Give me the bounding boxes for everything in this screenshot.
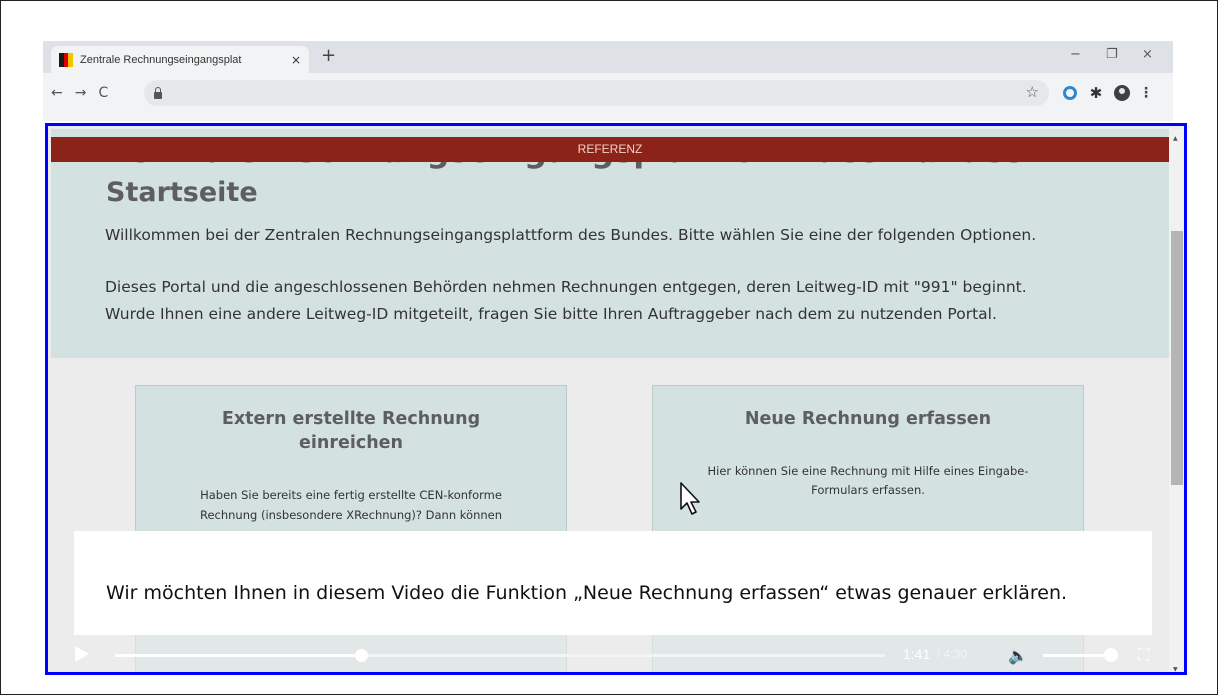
back-button[interactable]: ← (51, 85, 63, 101)
restore-button[interactable]: ❐ (1106, 47, 1118, 62)
referenz-banner: REFERENZ (51, 137, 1169, 162)
card-text-line-2: Formulars erfassen. (811, 483, 925, 497)
seek-progress (115, 654, 362, 657)
tab-title: Zentrale Rechnungseingangsplat (80, 53, 242, 66)
browser-window: Zentrale Rechnungseingangsplat × + − ❐ ×… (43, 41, 1173, 121)
welcome-text: Willkommen bei der Zentralen Rechnungsei… (105, 226, 1037, 244)
subtitle-text: Wir möchten Ihnen in diesem Video die Fu… (106, 582, 1068, 604)
forward-button[interactable]: → (75, 85, 87, 101)
extension-ring-icon[interactable] (1060, 80, 1080, 106)
video-controls: 1:41 / 4:30 🔈 ⛶ (51, 635, 1169, 672)
scrollbar-thumb[interactable] (1171, 231, 1183, 485)
volume-handle[interactable] (1104, 648, 1118, 662)
page-content: Zentrale Rechnungseingangsplattform des … (51, 129, 1184, 672)
volume-slider[interactable] (1043, 654, 1113, 657)
profile-icon[interactable] (1112, 80, 1132, 106)
card-text-line-1: Hier können Sie eine Rechnung mit Hilfe … (707, 464, 1029, 478)
tab-active[interactable]: Zentrale Rechnungseingangsplat × (51, 46, 309, 73)
menu-icon[interactable]: ⋮ (1136, 80, 1156, 106)
seek-bar[interactable] (115, 649, 885, 662)
hero-section: Zentrale Rechnungseingangsplattform des … (51, 129, 1169, 358)
seek-handle[interactable] (355, 649, 369, 662)
card-title: Neue Rechnung erfassen (744, 409, 992, 429)
lock-icon (154, 86, 162, 99)
video-viewport: Zentrale Rechnungseingangsplattform des … (45, 123, 1187, 675)
address-bar[interactable]: ☆ (144, 80, 1049, 106)
tab-close-icon[interactable]: × (291, 53, 301, 67)
card-title-line-1: Extern erstellte Rechnung (221, 409, 481, 429)
minimize-button[interactable]: − (1070, 47, 1081, 62)
page-scrollbar[interactable]: ▲ ▼ (1169, 129, 1184, 672)
volume-icon[interactable]: 🔈 (1008, 646, 1028, 665)
scroll-up-icon[interactable]: ▲ (1173, 135, 1178, 142)
new-tab-button[interactable]: + (321, 45, 336, 66)
scroll-down-icon[interactable]: ▼ (1173, 666, 1178, 672)
current-time: 1:41 (903, 646, 931, 662)
bookmark-star-icon[interactable]: ☆ (1026, 83, 1039, 101)
duration: / 4:30 (937, 647, 968, 661)
screenshot-frame: Zentrale Rechnungseingangsplat × + − ❐ ×… (0, 0, 1218, 695)
subtitle-overlay: Wir möchten Ihnen in diesem Video die Fu… (74, 531, 1152, 635)
portal-info-line-2: Wurde Ihnen eine andere Leitweg-ID mitge… (105, 305, 997, 323)
page-title: Startseite (106, 177, 258, 208)
portal-info-line-1: Dieses Portal und die angeschlossenen Be… (105, 278, 1027, 296)
card-title-line-2: einreichen (299, 433, 403, 453)
play-icon[interactable] (75, 646, 89, 662)
favicon-icon (59, 52, 73, 67)
puzzle-icon[interactable]: ✱ (1086, 80, 1106, 106)
card-text-line-1: Haben Sie bereits eine fertig erstellte … (200, 488, 502, 502)
fullscreen-icon[interactable]: ⛶ (1138, 645, 1149, 665)
mouse-cursor-icon (680, 482, 700, 515)
card-text-line-2: Rechnung (insbesondere XRechnung)? Dann … (199, 508, 503, 522)
browser-toolbar: ← → C ☆ ✱ ⋮ (43, 73, 1173, 113)
tab-strip: Zentrale Rechnungseingangsplat × + − ❐ × (43, 41, 1173, 73)
window-close-button[interactable]: × (1142, 47, 1153, 62)
reload-button[interactable]: C (98, 85, 108, 101)
